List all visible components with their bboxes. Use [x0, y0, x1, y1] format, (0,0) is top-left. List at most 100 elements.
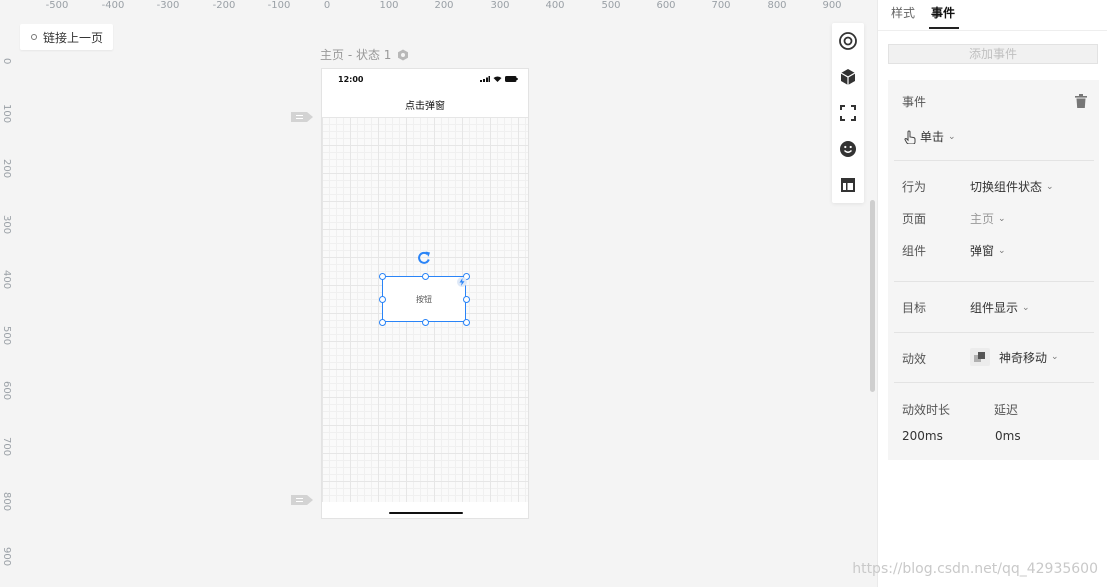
action-label: 行为 [902, 180, 927, 194]
chevron-down-icon: ⌄ [998, 245, 1006, 256]
trash-icon[interactable] [1075, 94, 1087, 108]
page-select[interactable]: 主页 ⌄ [970, 210, 1006, 227]
page-state-label[interactable]: 主页 - 状态 1 [320, 46, 409, 63]
event-card: 事件 单击 ⌄ 行为 切换组件状态 ⌄ 页面 主页 ⌄ 组件 弹窗 ⌄ 目标 组… [888, 80, 1099, 460]
status-bar: 12:00 [322, 69, 528, 91]
rotate-icon[interactable] [416, 250, 432, 266]
duration-input[interactable]: 200ms [902, 429, 943, 443]
tab-event[interactable]: 事件 [931, 4, 955, 21]
trigger-select[interactable]: 单击 ⌄ [904, 128, 956, 145]
design-canvas[interactable]: -500 -400 -300 -200 -100 0 100 200 300 4… [0, 0, 877, 587]
resize-handle[interactable] [379, 296, 386, 303]
ruler-tick: 300 [490, 0, 510, 11]
smile-icon[interactable] [838, 139, 858, 159]
ruler-tick: 600 [656, 0, 676, 11]
button-component[interactable]: 按钮 [382, 276, 466, 322]
chevron-down-icon: ⌄ [1022, 302, 1030, 313]
delay-label: 延迟 [994, 403, 1019, 417]
panel-tabs: 样式 事件 [878, 0, 1107, 31]
ruler-tick: 0 [323, 0, 331, 11]
component-label: 组件 [902, 244, 927, 258]
add-event-button[interactable]: 添加事件 [888, 44, 1098, 64]
ruler-tick: 300 [1, 215, 12, 235]
battery-icon [505, 76, 518, 82]
ruler-tick: 500 [1, 326, 12, 346]
page-state-text: 主页 - 状态 1 [320, 48, 392, 62]
duration-label: 动效时长 [902, 403, 951, 417]
chevron-down-icon: ⌄ [948, 131, 956, 142]
dot-icon [31, 34, 37, 40]
ruler-tick: 400 [545, 0, 565, 11]
interaction-bolt-icon[interactable] [457, 277, 467, 287]
ruler-tick: -300 [156, 0, 180, 11]
resize-handle[interactable] [463, 296, 470, 303]
trigger-value: 单击 [920, 130, 945, 144]
page-flow-marker-icon[interactable] [290, 111, 314, 123]
resize-handle[interactable] [379, 273, 386, 280]
chevron-down-icon: ⌄ [1051, 352, 1059, 362]
component-value: 弹窗 [970, 244, 995, 258]
home-indicator [389, 512, 463, 514]
divider [894, 160, 1094, 161]
target-select[interactable]: 组件显示 ⌄ [970, 299, 1030, 316]
link-previous-page-label: 链接上一页 [43, 30, 104, 45]
ruler-tick: 600 [1, 381, 12, 401]
ruler-top: -500 -400 -300 -200 -100 0 100 200 300 4… [0, 0, 877, 12]
page-value: 主页 [970, 212, 995, 226]
ruler-tick: 200 [434, 0, 454, 11]
ruler-tick: 900 [1, 547, 12, 567]
button-component-label: 按钮 [416, 294, 432, 304]
cube-icon[interactable] [838, 67, 858, 87]
resize-handle[interactable] [422, 273, 429, 280]
settings-hex-icon[interactable] [397, 49, 409, 61]
link-previous-page-button[interactable]: 链接上一页 [20, 24, 114, 50]
divider [894, 382, 1094, 383]
page-flow-marker-icon[interactable] [290, 494, 314, 506]
ruler-tick: 800 [767, 0, 787, 11]
divider [894, 332, 1094, 333]
effect-value: 神奇移动 [999, 350, 1048, 365]
ruler-tick: 0 [1, 58, 12, 65]
event-section-label: 事件 [902, 95, 927, 109]
resize-handle[interactable] [422, 319, 429, 326]
component-select[interactable]: 弹窗 ⌄ [970, 242, 1006, 259]
ruler-tick: -500 [45, 0, 69, 11]
resize-handle[interactable] [463, 319, 470, 326]
active-tab-indicator [929, 27, 959, 29]
hand-pointer-icon [904, 130, 916, 144]
effect-label: 动效 [902, 352, 927, 366]
page-label: 页面 [902, 212, 927, 226]
target-value: 组件显示 [970, 301, 1019, 315]
target-icon[interactable] [838, 31, 858, 51]
effect-select[interactable]: 神奇移动 ⌄ [970, 348, 1059, 366]
ruler-tick: 200 [1, 159, 12, 179]
ruler-tick: 100 [379, 0, 399, 11]
action-select[interactable]: 切换组件状态 ⌄ [970, 178, 1054, 195]
status-time: 12:00 [338, 75, 364, 84]
ruler-tick: -400 [101, 0, 125, 11]
resize-handle[interactable] [379, 319, 386, 326]
canvas-scrollbar[interactable] [870, 200, 875, 392]
ruler-tick: 700 [711, 0, 731, 11]
tab-style[interactable]: 样式 [891, 4, 915, 21]
ruler-tick: 700 [1, 437, 12, 457]
status-icons [480, 76, 518, 82]
nav-title: 点击弹窗 [405, 101, 445, 112]
ruler-tick: 500 [601, 0, 621, 11]
ruler-tick: 400 [1, 270, 12, 290]
delay-input[interactable]: 0ms [995, 429, 1021, 443]
floating-toolbar [832, 23, 864, 203]
properties-panel: 样式 事件 添加事件 事件 单击 ⌄ 行为 切换组件状态 ⌄ 页面 主页 ⌄ 组… [852, 0, 1107, 587]
wifi-icon [493, 76, 502, 82]
magic-move-icon [970, 348, 990, 366]
scan-frame-icon[interactable] [838, 103, 858, 123]
ruler-tick: 800 [1, 492, 12, 512]
target-label: 目标 [902, 301, 927, 315]
watermark-text: https://blog.csdn.net/qq_42935600 [852, 561, 1098, 577]
chevron-down-icon: ⌄ [998, 213, 1006, 224]
layout-icon[interactable] [838, 175, 858, 195]
chevron-down-icon: ⌄ [1046, 181, 1054, 192]
action-value: 切换组件状态 [970, 180, 1043, 194]
ruler-tick: 900 [822, 0, 842, 11]
signal-icon [480, 76, 490, 82]
